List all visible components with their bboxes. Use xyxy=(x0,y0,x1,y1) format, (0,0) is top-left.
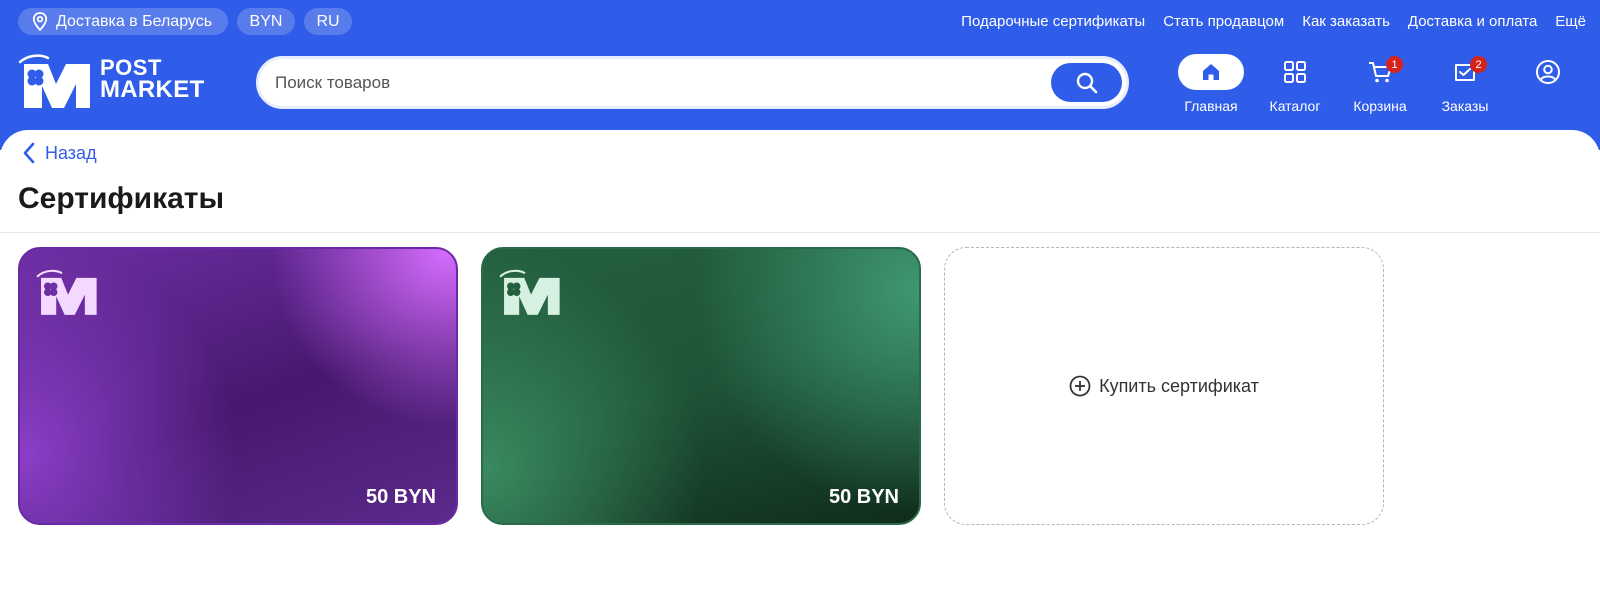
title-divider xyxy=(0,232,1600,233)
link-delivery-payment[interactable]: Доставка и оплата xyxy=(1408,13,1537,30)
search-icon xyxy=(1076,72,1097,93)
plus-circle-icon xyxy=(1069,375,1091,397)
buy-certificate-label: Купить сертификат xyxy=(1099,375,1259,396)
nav-profile[interactable] xyxy=(1510,54,1586,90)
site-header: Доставка в Беларусь BYN RU Подарочные се… xyxy=(0,0,1600,150)
nav-catalog-icon-wrap xyxy=(1283,54,1307,90)
link-gift-certificates[interactable]: Подарочные сертификаты xyxy=(961,13,1145,30)
currency-button[interactable]: BYN xyxy=(237,8,295,35)
logo-line-2: MARKET xyxy=(100,76,205,103)
certificate-card-purple[interactable]: 50 BYN xyxy=(18,247,458,525)
nav-catalog-label: Каталог xyxy=(1269,98,1321,114)
search-button[interactable] xyxy=(1051,63,1122,102)
certificate-card-green[interactable]: 50 BYN xyxy=(481,247,921,525)
nav-cart-label: Корзина xyxy=(1353,98,1407,114)
chevron-left-icon xyxy=(23,142,35,164)
search-bar xyxy=(256,56,1129,109)
link-become-seller[interactable]: Стать продавцом xyxy=(1163,13,1284,30)
nav-orders[interactable]: 2 Заказы xyxy=(1427,54,1503,114)
top-links: Подарочные сертификаты Стать продавцом К… xyxy=(961,0,1586,42)
delivery-region-button[interactable]: Доставка в Беларусь xyxy=(18,8,228,35)
user-icon xyxy=(1536,60,1560,84)
postmarket-logo-mark xyxy=(499,269,560,315)
back-label: Назад xyxy=(45,142,97,163)
nav-cart-icon-wrap: 1 xyxy=(1367,54,1403,90)
nav-cart[interactable]: 1 Корзина xyxy=(1342,54,1418,114)
nav-orders-icon-wrap: 2 xyxy=(1453,54,1487,90)
nav-home-label: Главная xyxy=(1184,98,1238,114)
logo-wordmark: POST MARKET xyxy=(100,57,205,103)
buy-certificate-content: Купить сертификат xyxy=(1069,375,1259,397)
back-button[interactable]: Назад xyxy=(22,142,97,164)
location-pin-icon xyxy=(32,12,48,31)
certificate-amount: 50 BYN xyxy=(365,486,436,508)
nav-catalog[interactable]: Каталог xyxy=(1257,54,1333,114)
nav-orders-label: Заказы xyxy=(1441,98,1489,114)
buy-certificate-button[interactable]: Купить сертификат xyxy=(944,247,1384,525)
grid-icon xyxy=(1284,61,1306,83)
cart-badge: 1 xyxy=(1386,56,1403,73)
link-more[interactable]: Ещё xyxy=(1555,13,1586,30)
certificate-amount: 50 BYN xyxy=(828,486,899,508)
link-how-to-order[interactable]: Как заказать xyxy=(1302,13,1390,30)
main-content: Назад Сертификаты 50 BYN 50 BYN Купить с… xyxy=(0,130,1600,612)
language-button[interactable]: RU xyxy=(304,8,352,35)
page-title: Сертификаты xyxy=(18,182,225,215)
search-input[interactable] xyxy=(275,59,1035,106)
delivery-region-label: Доставка в Беларусь xyxy=(56,12,213,30)
postmarket-logo-mark xyxy=(36,269,97,315)
top-bar: Доставка в Беларусь BYN RU Подарочные се… xyxy=(0,0,1600,42)
nav-profile-icon-wrap xyxy=(1535,54,1561,90)
orders-badge: 2 xyxy=(1470,56,1487,73)
home-icon xyxy=(1203,64,1219,80)
postmarket-logo[interactable]: POST MARKET xyxy=(18,52,208,112)
nav-home[interactable]: Главная xyxy=(1173,54,1249,114)
nav-home-icon-wrap xyxy=(1178,54,1244,90)
postmarket-logo-mark xyxy=(18,54,90,108)
